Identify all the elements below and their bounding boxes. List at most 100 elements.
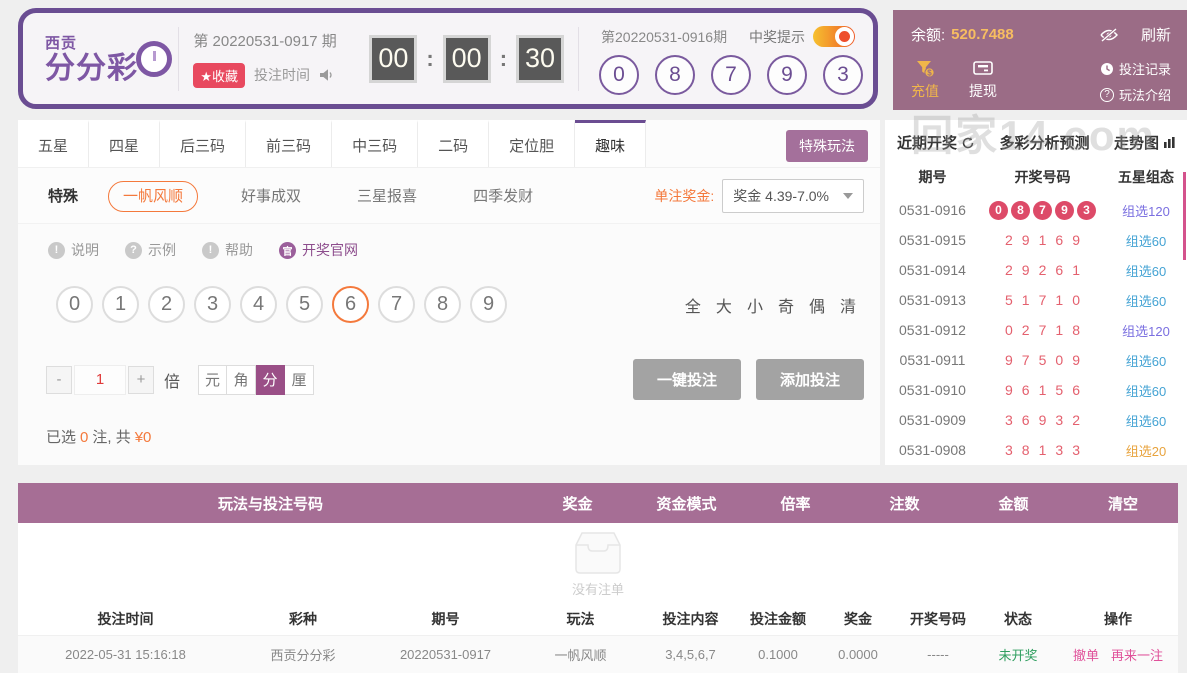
increase-multiplier-button[interactable]: +: [128, 365, 154, 394]
group-type-link[interactable]: 组选60: [1105, 261, 1187, 280]
history-header-cell: 彩种: [289, 611, 317, 627]
main-tab[interactable]: 二码: [418, 120, 490, 167]
play-subtab[interactable]: 三星报喜: [344, 181, 430, 212]
group-type-link[interactable]: 组选120: [1105, 321, 1187, 340]
speaker-icon[interactable]: [319, 68, 334, 82]
recent-numbers: 51710: [980, 292, 1105, 308]
help-link-info[interactable]: ? 示例: [125, 240, 176, 260]
recent-row: 0531-0916 0 8 7 9 3 组选120: [885, 195, 1187, 225]
quick-select[interactable]: 全: [685, 293, 701, 317]
analysis-tab[interactable]: 多彩分析预测: [999, 132, 1089, 153]
recent-number-ball: 8: [1011, 200, 1030, 220]
money-unit[interactable]: 元: [198, 364, 228, 395]
number-ball[interactable]: 6: [332, 286, 369, 323]
recent-period: 0531-0912: [899, 322, 966, 338]
main-tab[interactable]: 中三码: [332, 120, 419, 167]
main-tab[interactable]: 趣味: [575, 120, 647, 167]
main-tab[interactable]: 后三码: [160, 120, 247, 167]
number-ball[interactable]: 8: [424, 286, 461, 323]
quick-select[interactable]: 奇: [778, 293, 794, 317]
recent-number: 0: [1005, 322, 1013, 338]
timer-seconds: 30: [516, 34, 565, 83]
recent-number: 1: [1021, 292, 1030, 308]
recent-number: 7: [1021, 352, 1030, 368]
number-ball[interactable]: 9: [470, 286, 507, 323]
hide-balance-button[interactable]: [1099, 27, 1119, 43]
recent-row: 0531-0911 9 7 5 0 9 组选60: [885, 345, 1187, 375]
empty-inbox-icon: [575, 531, 621, 574]
group-type-link[interactable]: 组选60: [1105, 231, 1187, 250]
group-type-link[interactable]: 组选60: [1105, 351, 1187, 370]
quick-select[interactable]: 小: [747, 293, 763, 317]
clear-all-button[interactable]: 清空: [1068, 493, 1178, 514]
recent-number: 2: [1021, 322, 1030, 338]
recent-scrollbar[interactable]: [1183, 172, 1186, 260]
recent-number: 3: [1055, 412, 1064, 428]
number-ball[interactable]: 0: [56, 286, 93, 323]
slip-header-cell: 倍率: [780, 495, 811, 513]
recent-numbers: 97509: [980, 352, 1105, 368]
play-subtab[interactable]: 四季发财: [460, 181, 546, 212]
recent-number: 7: [1038, 322, 1047, 338]
recent-number-ball: 3: [1077, 200, 1096, 220]
help-link-info[interactable]: ! 说明: [48, 240, 99, 260]
main-tab[interactable]: 四星: [89, 120, 161, 167]
group-type-link[interactable]: 组选20: [1105, 441, 1187, 460]
help-link-official[interactable]: 官开奖官网: [279, 240, 358, 260]
add-bet-button[interactable]: 添加投注: [755, 359, 864, 400]
favorite-button[interactable]: ★收藏: [193, 62, 246, 88]
main-tab[interactable]: 五星: [18, 120, 90, 167]
special-play-button[interactable]: 特殊玩法: [786, 130, 868, 162]
help-link-info[interactable]: ! 帮助: [202, 240, 253, 260]
prize-select-dropdown[interactable]: 奖金 4.39-7.0%: [722, 178, 864, 213]
refresh-button[interactable]: 刷新: [1141, 24, 1171, 45]
bar-chart-icon: [1163, 137, 1175, 148]
trend-chart-tab[interactable]: 走势图: [1114, 132, 1177, 153]
recent-draws-tab[interactable]: 近期开奖: [897, 132, 975, 153]
main-tab[interactable]: 前三码: [246, 120, 333, 167]
quick-select[interactable]: 偶: [809, 293, 825, 317]
group-type-link[interactable]: 组选120: [1105, 201, 1187, 220]
play-subtab[interactable]: 一帆风顺: [108, 181, 199, 212]
recent-period: 0531-0910: [899, 382, 966, 398]
account-panel: 余额: 520.7488 刷新 $ 充值 提现 投注记录 ? 玩法介绍: [893, 10, 1187, 110]
rebet-link[interactable]: 再来一注: [1111, 645, 1163, 664]
cancel-bet-link[interactable]: 撤单: [1073, 645, 1099, 664]
quick-select[interactable]: 大: [716, 293, 732, 317]
group-type-link[interactable]: 组选60: [1105, 381, 1187, 400]
group-type-link[interactable]: 组选60: [1105, 291, 1187, 310]
money-unit[interactable]: 厘: [285, 364, 315, 395]
history-header-cell: 投注金额: [750, 611, 806, 627]
number-ball[interactable]: 3: [194, 286, 231, 323]
recharge-button[interactable]: $ 充值: [911, 59, 939, 104]
withdraw-button[interactable]: 提现: [969, 59, 997, 104]
number-ball[interactable]: 2: [148, 286, 185, 323]
history-row: 2022-05-31 15:16:18 西贡分分彩 20220531-0917 一帆风…: [18, 636, 1178, 673]
play-intro-link[interactable]: ? 玩法介绍: [1099, 85, 1171, 104]
multiplier-label: 倍: [164, 373, 181, 391]
money-unit[interactable]: 角: [227, 364, 257, 395]
quick-select[interactable]: 清: [840, 293, 856, 317]
number-ball[interactable]: 4: [240, 286, 277, 323]
recent-header-cell: 五星组态: [1118, 169, 1174, 185]
bet-record-link[interactable]: 投注记录: [1100, 59, 1171, 78]
decrease-multiplier-button[interactable]: -: [46, 365, 72, 394]
multiplier-input[interactable]: [74, 364, 126, 395]
main-tab[interactable]: 定位胆: [489, 120, 576, 167]
history-table-header: 投注时间 彩种 期号 玩法 投注内容 投注金额 奖金 开奖号码 状态 操作: [18, 603, 1178, 636]
play-subtab[interactable]: 好事成双: [228, 181, 314, 212]
draw-number-ball: 3: [823, 55, 863, 95]
recent-number: 1: [1055, 292, 1064, 308]
number-ball[interactable]: 5: [286, 286, 323, 323]
group-type-link[interactable]: 组选60: [1105, 411, 1187, 430]
draw-number-ball: 9: [767, 55, 807, 95]
selection-summary: 已选 0 注, 共 ¥0: [46, 429, 152, 446]
one-key-bet-button[interactable]: 一键投注: [632, 359, 741, 400]
win-tip-toggle[interactable]: [813, 26, 855, 47]
recent-numbers: 38133: [980, 442, 1105, 458]
number-ball[interactable]: 7: [378, 286, 415, 323]
number-ball[interactable]: 1: [102, 286, 139, 323]
money-unit[interactable]: 分: [256, 364, 286, 395]
recent-number: 5: [1055, 382, 1064, 398]
draw-number-ball: 0: [599, 55, 639, 95]
